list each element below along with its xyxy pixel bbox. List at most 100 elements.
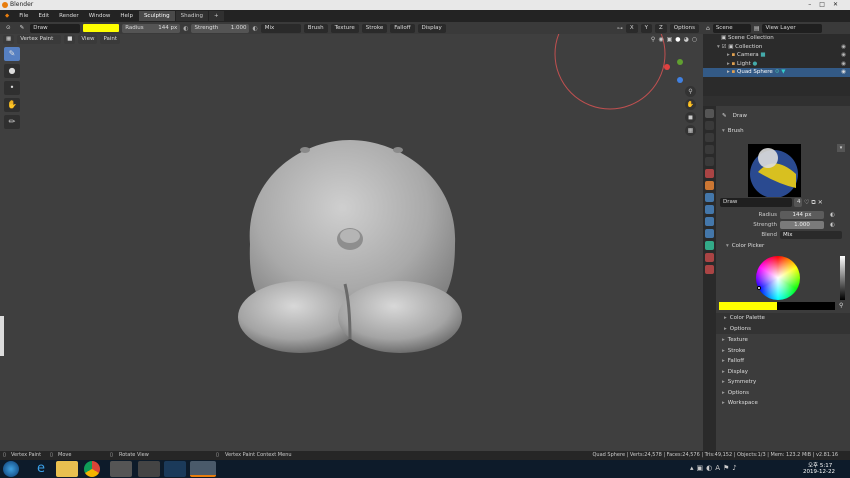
axis-z-toggle[interactable]: Z [654,23,667,33]
pan-icon[interactable]: ✋ [685,99,696,110]
paint-menu[interactable]: Paint [100,35,121,44]
app-icon-2[interactable] [138,461,160,477]
menu-edit[interactable]: Edit [33,13,54,19]
menu-help[interactable]: Help [115,13,138,19]
strength-slider[interactable]: Strength 1.000 [191,23,250,33]
sculpt-mesh-view[interactable] [0,34,703,451]
texture-section-header[interactable]: ▸ Texture [716,335,850,346]
xray-toggle-icon[interactable]: ▣ [667,36,673,43]
color-palette-header[interactable]: ▸ Color Palette [716,313,850,324]
particles-tab-icon[interactable] [705,205,714,214]
texture-tab-icon[interactable] [705,265,714,274]
menu-file[interactable]: File [14,13,33,19]
annotate-tool-icon[interactable]: ✏ [4,115,20,129]
internet-explorer-icon[interactable]: e [30,461,52,477]
brush-preview[interactable] [748,144,801,198]
object-tab-icon[interactable] [705,181,714,190]
3d-viewport[interactable] [0,34,703,451]
chrome-icon[interactable] [84,461,100,477]
gizmo-z-axis[interactable] [677,77,683,83]
unlink-icon[interactable]: ✕ [818,199,823,206]
mask-toggle-icon[interactable]: ■ [64,35,76,44]
scene-field[interactable]: Scene [712,23,751,33]
falloff-dropdown[interactable]: Falloff [390,23,415,33]
options-section-header[interactable]: ▸ Options [716,388,850,399]
outliner-row-quad-sphere[interactable]: ▸ ▪ Quad Sphere ⚙ ▼ ◉ [703,68,850,77]
brush-user-count[interactable]: 4 [794,198,802,207]
duplicate-icon[interactable]: ⧉ [811,199,815,207]
pressure-icon-2[interactable]: ◐ [252,25,257,32]
radius-slider[interactable]: Radius 144 px [122,23,181,33]
brush-options-subheader[interactable]: ▸ Options [716,324,850,335]
stroke-dropdown[interactable]: Stroke [361,23,388,33]
falloff-section-header[interactable]: ▸ Falloff [716,356,850,367]
clock-date[interactable]: 2019-12-22 [803,469,835,475]
radius-field[interactable]: 144 px [780,211,824,219]
average-tool-icon[interactable]: • [4,81,20,95]
stroke-section-header[interactable]: ▸ Stroke [716,346,850,357]
start-button-icon[interactable] [3,461,19,477]
color-wheel-cursor[interactable] [757,286,761,290]
brush-section-header[interactable]: ▾ Brush [716,126,850,137]
view-menu[interactable]: View [78,35,98,44]
color-field[interactable] [719,302,835,310]
mode-dropdown[interactable]: Vertex Paint [17,35,62,44]
tab-sculpting[interactable]: Sculpting [138,11,175,21]
outliner-row-camera[interactable]: ▸ ▪ Camera ■ ◉ [703,51,850,60]
outliner-row-scene-collection[interactable]: ▣ Scene Collection [703,34,850,43]
rendered-shading-icon[interactable]: ○ [692,36,697,43]
tab-shading[interactable]: Shading [175,11,208,21]
symmetry-section-header[interactable]: ▸ Symmetry [716,377,850,388]
tool-icon[interactable]: ⊙ [3,23,14,33]
system-tray-icons[interactable]: ▴▣◐A⚑♪ [690,464,740,472]
ortho-grid-icon[interactable]: ▦ [685,125,696,136]
material-tab-icon[interactable] [705,253,714,262]
view-layer-tab-icon[interactable] [705,145,714,154]
color-swatch[interactable] [83,24,120,32]
add-workspace-button[interactable]: + [208,11,224,21]
blender-menu-icon[interactable]: ◆ [0,13,14,19]
menu-window[interactable]: Window [84,13,116,19]
file-explorer-icon[interactable] [56,461,78,477]
app-icon-1[interactable] [110,461,132,477]
color-picker-header[interactable]: ▾ Color Picker [720,241,764,252]
value-slider[interactable] [840,256,845,300]
blend-dropdown[interactable]: Mix [780,231,842,239]
solid-shading-icon[interactable]: ● [675,36,680,43]
fake-user-icon[interactable]: ♡ [804,199,809,206]
display-dropdown[interactable]: Display [417,23,446,33]
zoom-icon[interactable]: ⚲ [685,86,696,97]
pressure-icon[interactable]: ◐ [183,25,188,32]
overlay-toggle-icon[interactable]: ◉ [658,36,663,43]
data-tab-icon[interactable] [705,241,714,250]
eyedropper-icon[interactable]: ⚲ [839,302,843,309]
brush-name-field[interactable]: Draw [30,23,81,33]
options-dropdown[interactable]: Options [669,23,699,33]
outliner-row-light[interactable]: ▸ ▪ Light ● ◉ [703,60,850,69]
visibility-eye-icon[interactable]: ◉ [841,60,846,69]
brush-datablock-name[interactable]: Draw [720,198,792,207]
outliner-row-collection[interactable]: ▾ ☑ ▣ Collection ◉ [703,43,850,52]
gizmo-x-axis[interactable] [664,64,670,70]
editor-type-icon[interactable]: ▦ [3,35,15,44]
camera-view-icon[interactable]: ◼ [685,112,696,123]
workspace-section-header[interactable]: ▸ Workspace [716,398,850,409]
tool-tab-icon[interactable] [705,109,714,118]
draw-tool-icon[interactable]: ✎ [4,47,20,61]
visibility-eye-icon[interactable]: ◉ [841,68,846,77]
brush-dropdown[interactable]: Brush [303,23,328,33]
outliner[interactable]: ▣ Scene Collection ▾ ☑ ▣ Collection ◉ ▸ … [703,34,850,96]
color-wheel[interactable] [756,256,800,300]
blur-tool-icon[interactable]: ● [4,64,20,78]
constraints-tab-icon[interactable] [705,229,714,238]
visibility-eye-icon[interactable]: ◉ [841,51,846,60]
render-tab-icon[interactable] [705,121,714,130]
axis-y-toggle[interactable]: Y [640,23,652,33]
gizmo-toggle-icon[interactable]: ⚲ [651,36,655,43]
material-shading-icon[interactable]: ◕ [684,36,689,43]
pressure-icon[interactable]: ◐ [830,212,835,218]
texture-dropdown[interactable]: Texture [330,23,359,33]
world-tab-icon[interactable] [705,169,714,178]
display-section-header[interactable]: ▸ Display [716,367,850,378]
scene-tab-icon[interactable] [705,157,714,166]
